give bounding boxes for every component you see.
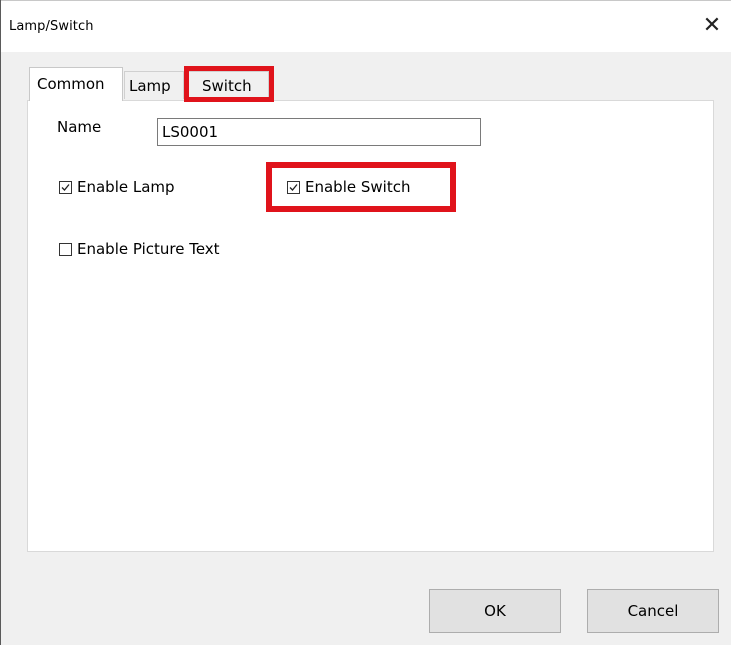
close-icon[interactable]: ✕ (697, 9, 727, 43)
tab-common[interactable]: Common (29, 67, 123, 101)
title-bar: Lamp/Switch ✕ (1, 0, 731, 52)
checkbox-unchecked-icon (59, 242, 72, 256)
enable-picture-text-checkbox[interactable]: Enable Picture Text (59, 240, 220, 258)
enable-lamp-checkbox[interactable]: Enable Lamp (59, 178, 175, 196)
checkbox-checked-icon (287, 180, 300, 194)
enable-lamp-label: Enable Lamp (77, 178, 175, 196)
tab-switch[interactable]: Switch (188, 71, 269, 99)
window-title: Lamp/Switch (9, 19, 94, 34)
enable-switch-checkbox[interactable]: Enable Switch (287, 178, 410, 196)
tab-lamp[interactable]: Lamp (124, 71, 184, 99)
lamp-switch-dialog: Lamp/Switch ✕ Common Lamp Switch Name LS… (0, 0, 731, 645)
checkbox-checked-icon (59, 180, 72, 194)
ok-button[interactable]: OK (429, 589, 561, 633)
name-label: Name (57, 118, 102, 136)
enable-switch-label: Enable Switch (305, 178, 411, 196)
name-input[interactable]: LS0001 (157, 118, 481, 146)
cancel-button[interactable]: Cancel (587, 589, 719, 633)
tab-panel-common (27, 100, 714, 552)
enable-picture-text-label: Enable Picture Text (77, 240, 220, 258)
